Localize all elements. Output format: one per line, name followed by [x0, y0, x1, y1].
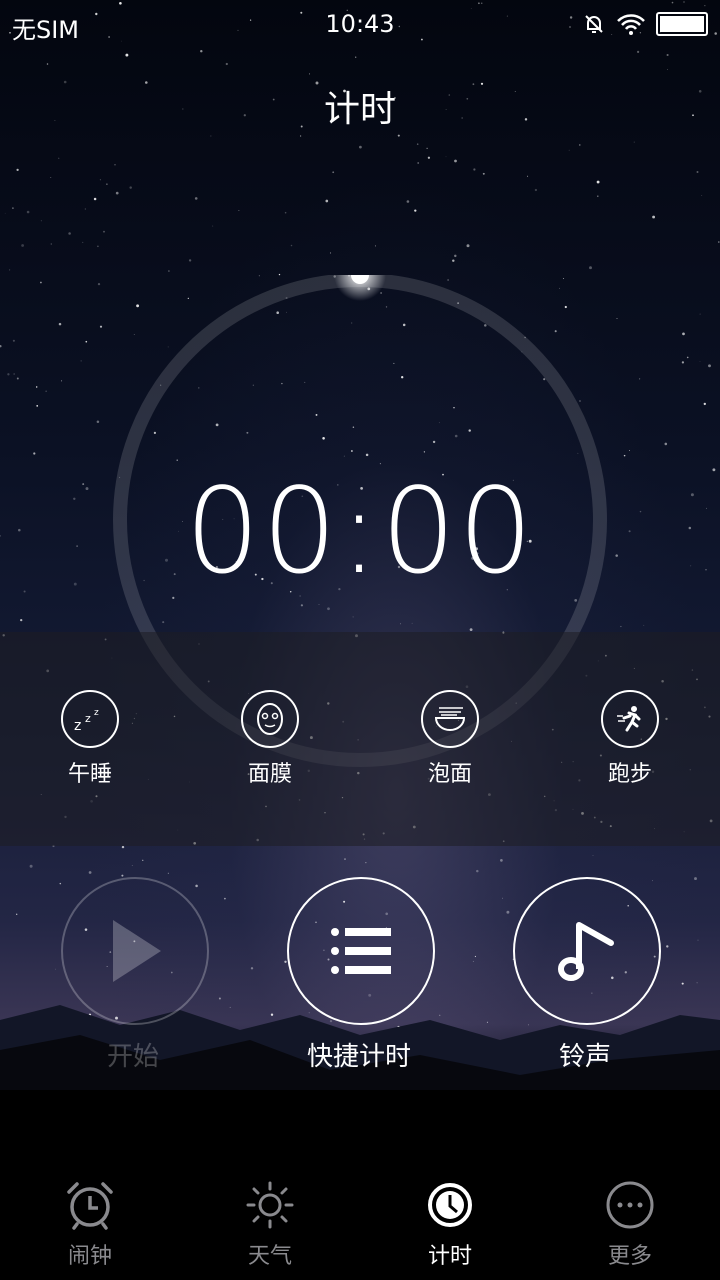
tab-label: 计时 [427, 1244, 472, 1269]
status-bar: 无SIM 10:43 [0, 0, 720, 50]
quick-timer-label: 泡面 [427, 762, 472, 787]
svg-text:z: z [85, 712, 91, 725]
play-icon [113, 920, 161, 982]
quick-timer-nap[interactable]: zzz 午睡 [30, 690, 150, 788]
quick-timer-label: 跑步 [607, 762, 652, 787]
music-note-icon [558, 922, 614, 981]
quick-timer-run[interactable]: 跑步 [570, 690, 690, 788]
svg-text:z: z [74, 718, 81, 734]
tab-more[interactable]: 更多 [570, 1180, 690, 1270]
start-button[interactable] [61, 877, 209, 1025]
noodle-bowl-icon [421, 690, 479, 748]
quick-timer-label: 午睡 [67, 762, 112, 787]
tab-label: 更多 [607, 1244, 652, 1269]
quick-timer-label: 面膜 [247, 762, 292, 787]
tab-label: 闹钟 [67, 1244, 112, 1269]
ringtone-button[interactable] [513, 877, 661, 1025]
alarm-clock-icon [67, 1182, 113, 1230]
more-dots-icon [606, 1181, 654, 1229]
face-mask-icon [241, 690, 299, 748]
tab-weather[interactable]: 天气 [210, 1180, 330, 1270]
quick-timer-button[interactable] [287, 877, 435, 1025]
sun-icon [246, 1181, 294, 1229]
ringtone-label: 铃声 [558, 1042, 611, 1072]
quick-timer-noodles[interactable]: 泡面 [390, 690, 510, 788]
svg-text:z: z [94, 708, 99, 718]
page-title: 计时 [323, 89, 396, 130]
quick-timer-label: 快捷计时 [306, 1042, 411, 1072]
tab-label: 天气 [247, 1244, 292, 1269]
mute-bell-icon [585, 15, 603, 33]
battery-icon [656, 12, 708, 36]
list-icon [331, 928, 391, 974]
sleep-zzz-icon: zzz [61, 690, 119, 748]
quick-timer-mask[interactable]: 面膜 [210, 690, 330, 788]
wifi-icon [617, 14, 645, 35]
timer-icon [428, 1183, 472, 1227]
tab-timer[interactable]: 计时 [390, 1180, 510, 1270]
tab-alarm[interactable]: 闹钟 [30, 1180, 150, 1270]
start-label: 开始 [106, 1042, 159, 1072]
timer-display: 00:00 [184, 462, 536, 600]
running-icon [601, 690, 659, 748]
